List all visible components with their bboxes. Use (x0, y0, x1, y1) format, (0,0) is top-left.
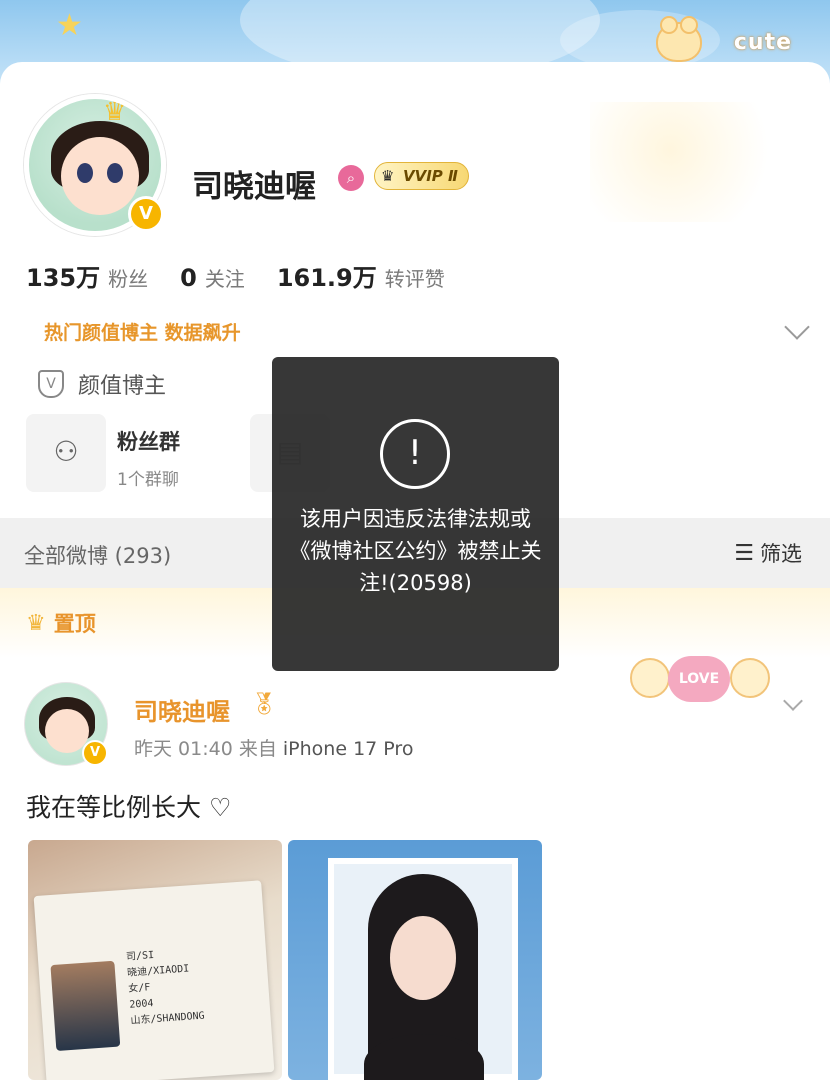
fan-group-subtitle: 1个群聊 (117, 470, 179, 490)
love-sticker: LOVE (630, 650, 770, 706)
verified-badge: V (82, 740, 108, 766)
hot-tag[interactable]: 热门颜值博主 数据飙升 (44, 318, 241, 345)
all-posts-count[interactable]: 全部微博 (293) (24, 540, 171, 570)
certification: V 颜值博主 (38, 368, 166, 400)
bear-sticker-icon (730, 658, 770, 698)
portrait-photo (328, 858, 518, 1080)
group-icon: ⚇ (53, 435, 79, 468)
child-photo (50, 960, 121, 1051)
stat-following[interactable]: 0 关注 (180, 263, 245, 292)
profile-name: 司晓迪喔 (192, 169, 316, 205)
medal-icon: 🏅︎ (250, 692, 278, 717)
crown-icon: ♛ (103, 97, 127, 127)
post-source-prefix: 来自 (238, 738, 277, 760)
cute-sticker: cute (733, 30, 792, 55)
chevron-down-icon[interactable] (783, 691, 803, 711)
post-text: 我在等比例长大 ♡ (26, 793, 232, 822)
post-source: iPhone 17 Pro (282, 738, 414, 760)
post-image-portrait[interactable] (288, 840, 542, 1080)
post-meta: 昨天 01:40 来自 iPhone 17 Pro (134, 734, 413, 761)
filter-button[interactable]: ☰ 筛选 (734, 538, 802, 568)
search-circle-icon[interactable]: ⌕ (338, 165, 364, 191)
chevron-down-icon[interactable] (784, 314, 810, 340)
card-decoration (590, 102, 790, 222)
exclamation-icon: ! (380, 419, 450, 489)
profile-stats: 135万 粉丝 0 关注 161.9万 转评赞 (26, 258, 477, 293)
post-time: 昨天 01:40 (134, 738, 233, 760)
post-image-passport[interactable]: 司/SI 晓迪/XIAODI 女/F 2004 山东/SHANDONG (28, 840, 282, 1080)
passport-card: 司/SI 晓迪/XIAODI 女/F 2004 山东/SHANDONG (33, 880, 275, 1080)
fan-group-title[interactable]: 粉丝群 (117, 426, 180, 456)
pinned-label: ♛ 置顶 (26, 610, 96, 637)
heart-sticker: LOVE (668, 656, 730, 702)
bear-sticker-icon (630, 658, 670, 698)
post-author[interactable]: 司晓迪喔 (134, 692, 230, 727)
filter-icon: ☰ (734, 540, 754, 566)
error-toast: ! 该用户因违反法律法规或《微博社区公约》被禁止关注!(20598) (272, 357, 559, 671)
fan-group-tile[interactable]: ⚇ (26, 414, 106, 492)
crown-icon: ♛ (26, 610, 46, 636)
verified-badge: V (128, 196, 164, 232)
stat-followers[interactable]: 135万 粉丝 (26, 258, 148, 293)
star-icon: ★ (56, 8, 83, 43)
bear-sticker-icon (656, 16, 702, 62)
vip-badge[interactable]: VVIP Ⅱ (374, 162, 469, 190)
shield-icon: V (38, 370, 64, 398)
toast-message: 该用户因违反法律法规或《微博社区公约》被禁止关注!(20598) (289, 507, 542, 595)
stat-interactions[interactable]: 161.9万 转评赞 (277, 258, 445, 293)
